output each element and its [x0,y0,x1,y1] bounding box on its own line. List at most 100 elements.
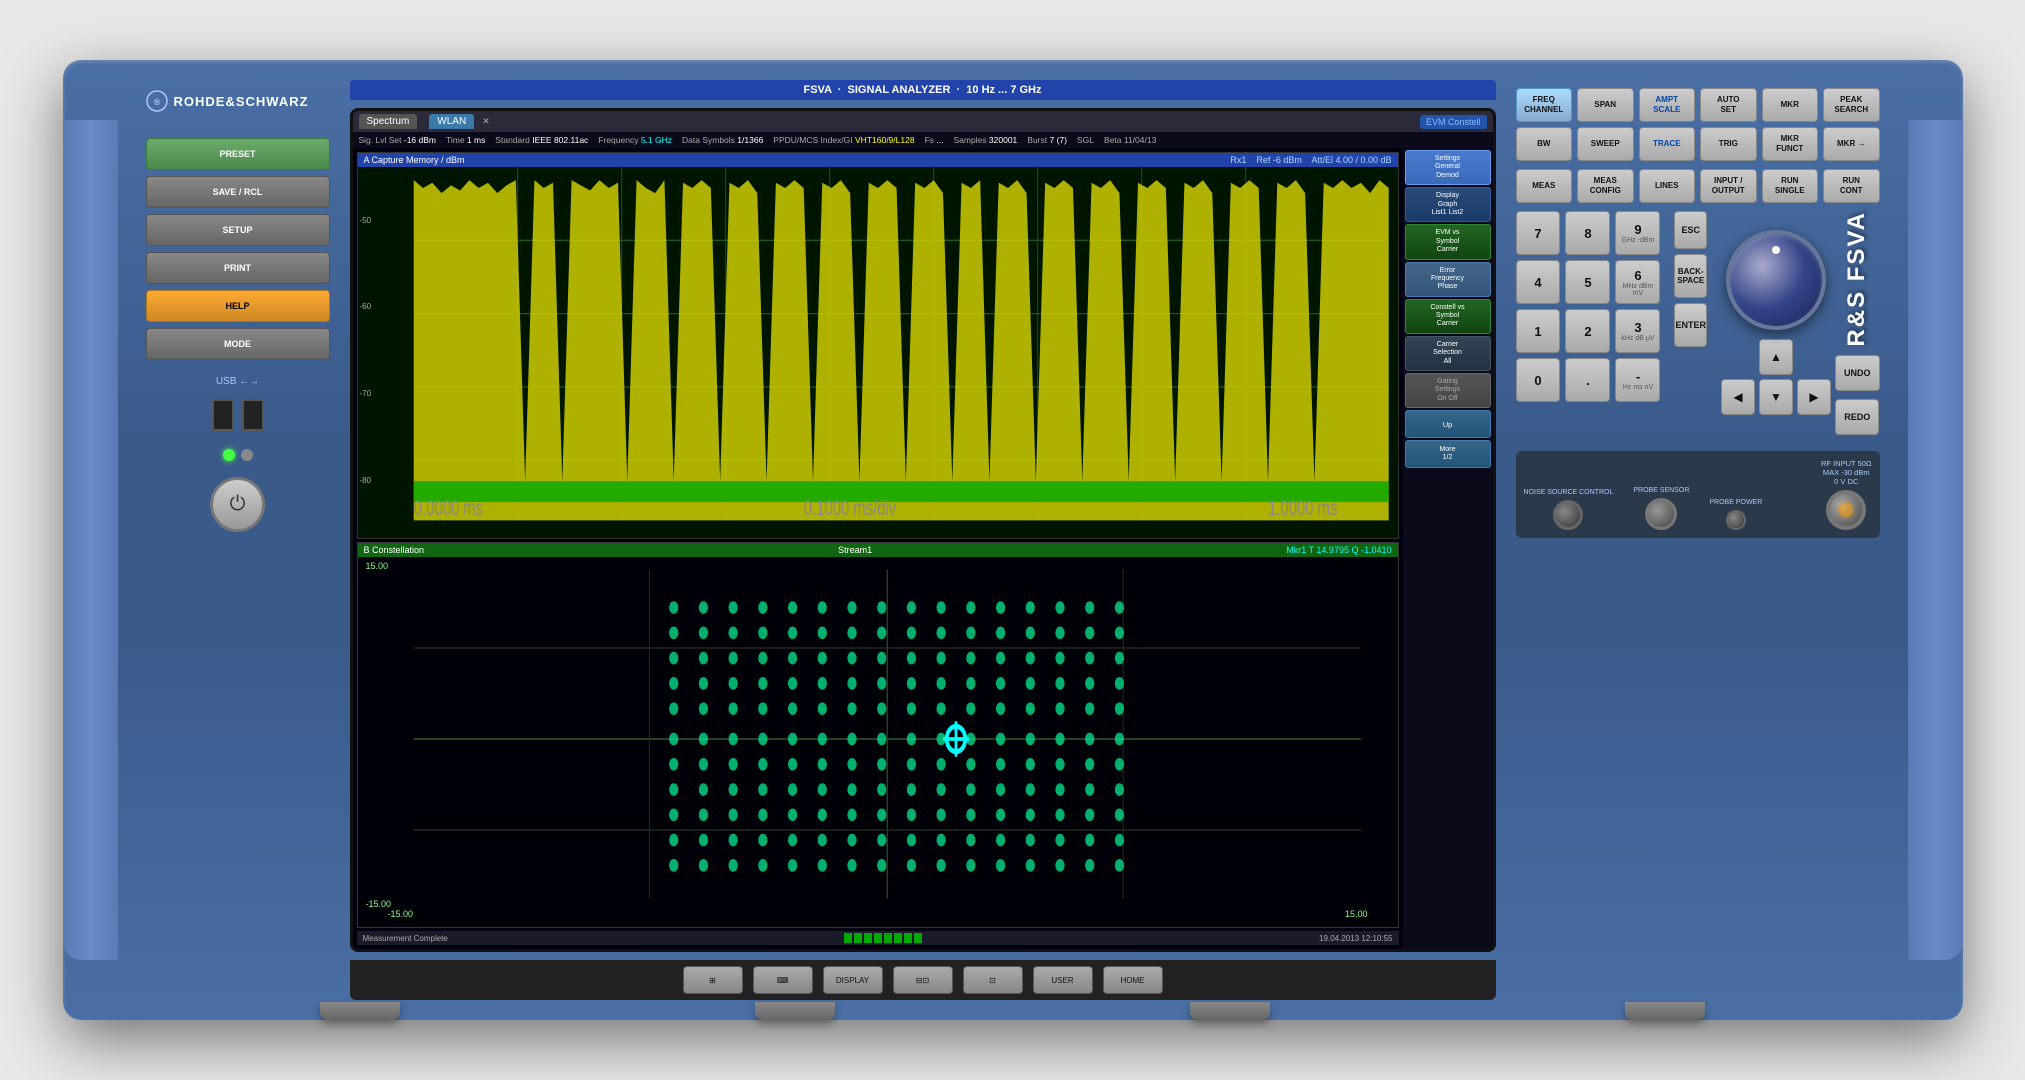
arrow-left-button[interactable]: ◀ [1721,379,1755,415]
probe-sensor-port[interactable] [1645,498,1677,530]
svg-text:1.0000 ms: 1.0000 ms [1268,497,1337,520]
softkey-settings[interactable]: Settings General Demod [1405,150,1491,185]
user-button[interactable]: USER [1033,966,1093,994]
input-output-button[interactable]: INPUT / OUTPUT [1700,169,1757,203]
softkey-error[interactable]: Error Frequency Phase [1405,262,1491,297]
trig-button[interactable]: TRIG [1700,127,1757,161]
split-button[interactable]: ⊟⊡ [893,966,953,994]
rotary-knob[interactable] [1726,230,1826,330]
arrow-keys: ▲ ◀ ▼ ▶ [1721,339,1831,415]
enter-button[interactable]: ENTER [1674,303,1707,347]
window-button[interactable]: ⊡ [963,966,1023,994]
undo-button[interactable]: UNDO [1835,355,1880,391]
softkey-evm[interactable]: EVM vs Symbol Carrier [1405,224,1491,259]
right-panel: FREQ CHANNEL SPAN AMPT SCALE AUTO SET MK… [1508,80,1888,1000]
rf-input-port[interactable] [1826,490,1866,530]
key-2[interactable]: 2 [1565,309,1610,353]
mkr-button[interactable]: MKR [1762,88,1819,122]
feet-row [63,1002,1963,1020]
save-rcl-button[interactable]: SAVE / RCL [146,176,330,208]
arrow-down-button[interactable]: ▼ [1759,379,1793,415]
evm-constell-label[interactable]: EVM Constell [1420,115,1487,129]
freq-channel-button[interactable]: FREQ CHANNEL [1516,88,1573,122]
second-function-keys: MEAS MEAS CONFIG LINES INPUT / OUTPUT RU… [1516,169,1880,203]
softkey-carrier[interactable]: Carrier Selection All [1405,336,1491,371]
usb-label: USB ←→ [146,376,330,387]
backspace-button[interactable]: BACK- SPACE [1674,254,1707,298]
key-dot[interactable]: . [1565,358,1610,402]
noise-source-connector: NOISE SOURCE CONTROL [1524,489,1614,530]
lines-button[interactable]: LINES [1639,169,1696,203]
chart-b: B Constellation Stream1 Mkr1 T 14.9795 Q… [357,542,1399,929]
auto-set-button[interactable]: AUTO SET [1700,88,1757,122]
arrow-right-button[interactable]: ▶ [1797,379,1831,415]
windows-button[interactable]: ⊞ [683,966,743,994]
display-button[interactable]: DISPLAY [823,966,883,994]
tab-spectrum[interactable]: Spectrum [359,114,418,129]
trace-button[interactable]: TRACE [1639,127,1696,161]
usb-port-2[interactable] [242,399,264,431]
tab-close-icon[interactable]: ✕ [482,116,490,127]
key-8[interactable]: 8 [1565,211,1610,255]
key-3-khz[interactable]: 3 kHz dB μV [1615,309,1660,353]
esc-button[interactable]: ESC [1674,211,1707,249]
key-6-mhz[interactable]: 6 MHz dBm mV [1615,260,1660,304]
home-button[interactable]: HOME [1103,966,1163,994]
right-handle [1908,120,1963,960]
softkey-display[interactable]: Display Graph List1 List2 [1405,187,1491,222]
rs-logo-icon: ® [146,90,168,112]
softkey-up[interactable]: Up [1405,410,1491,438]
right-side-content: ▲ ◀ ▼ ▶ R&S FSVA UNDO REDO [1721,211,1880,435]
power-button[interactable]: ⏻ [210,477,265,532]
sweep-button[interactable]: SWEEP [1577,127,1634,161]
mkr-arrow-button[interactable]: MKR → [1823,127,1880,161]
chart-b-title: B Constellation Stream1 Mkr1 T 14.9795 Q… [358,543,1398,557]
peak-search-button[interactable]: PEAK SEARCH [1823,88,1880,122]
foot-3 [1190,1002,1270,1020]
svg-text:0.0000 ms: 0.0000 ms [413,497,482,520]
softkey-gating[interactable]: Gating Settings On Off [1405,373,1491,408]
foot-4 [1625,1002,1705,1020]
help-button[interactable]: HELP [146,290,330,322]
arrow-up-button[interactable]: ▲ [1759,339,1793,375]
key-5[interactable]: 5 [1565,260,1610,304]
key-4[interactable]: 4 [1516,260,1561,304]
brand-header: ® ROHDE&SCHWARZ [146,90,330,114]
run-cont-button[interactable]: RUN CONT [1823,169,1880,203]
info-bar: Sig. Lvl Set -16 dBm Time 1 ms Standard … [353,132,1493,148]
noise-source-port[interactable] [1553,500,1583,530]
tab-wlan[interactable]: WLAN [429,114,474,129]
bottom-toolbar: ⊞ ⌨ DISPLAY ⊟⊡ ⊡ USER HOME [350,960,1496,1000]
probe-power-label: PROBE POWER [1709,499,1762,506]
meas-config-button[interactable]: MEAS CONFIG [1577,169,1634,203]
svg-text:0.1000 ms/div: 0.1000 ms/div [803,497,896,520]
usb-ports [146,399,330,431]
arrow-empty-1 [1721,339,1755,375]
span-button[interactable]: SPAN [1577,88,1634,122]
redo-button[interactable]: REDO [1835,399,1879,435]
probe-power-port[interactable] [1726,510,1746,530]
softkey-constell[interactable]: Constell vs Symbol Carrier [1405,299,1491,334]
meas-button[interactable]: MEAS [1516,169,1573,203]
chart-a-canvas: -50 -60 -70 -80 [358,167,1398,534]
key-0[interactable]: 0 [1516,358,1561,402]
softkey-more[interactable]: More 1/2 [1405,440,1491,468]
chart-a-title: A Capture Memory / dBm Rx1 Ref -6 dBm At… [358,153,1398,167]
rf-input-label: RF INPUT 50Ω MAX -30 dBm 0 V DC [1821,459,1871,486]
run-single-button[interactable]: RUN SINGLE [1762,169,1819,203]
key-1[interactable]: 1 [1516,309,1561,353]
key-hz[interactable]: - Hz ms nV [1615,358,1660,402]
bw-button[interactable]: BW [1516,127,1573,161]
brand-name: ROHDE&SCHWARZ [174,94,309,109]
print-button[interactable]: PRINT [146,252,330,284]
key-9-ghz[interactable]: 9 GHz -dBm [1615,211,1660,255]
mkr-funct-button[interactable]: MKR FUNCT [1762,127,1819,161]
key-7[interactable]: 7 [1516,211,1561,255]
preset-button[interactable]: PRESET [146,138,330,170]
keyboard-button[interactable]: ⌨ [753,966,813,994]
ampt-scale-button[interactable]: AMPT SCALE [1639,88,1696,122]
setup-button[interactable]: SETUP [146,214,330,246]
screen-area: FSVA · SIGNAL ANALYZER · 10 Hz ... 7 GHz… [350,80,1496,1000]
usb-port-1[interactable] [212,399,234,431]
mode-button[interactable]: MODE [146,328,330,360]
